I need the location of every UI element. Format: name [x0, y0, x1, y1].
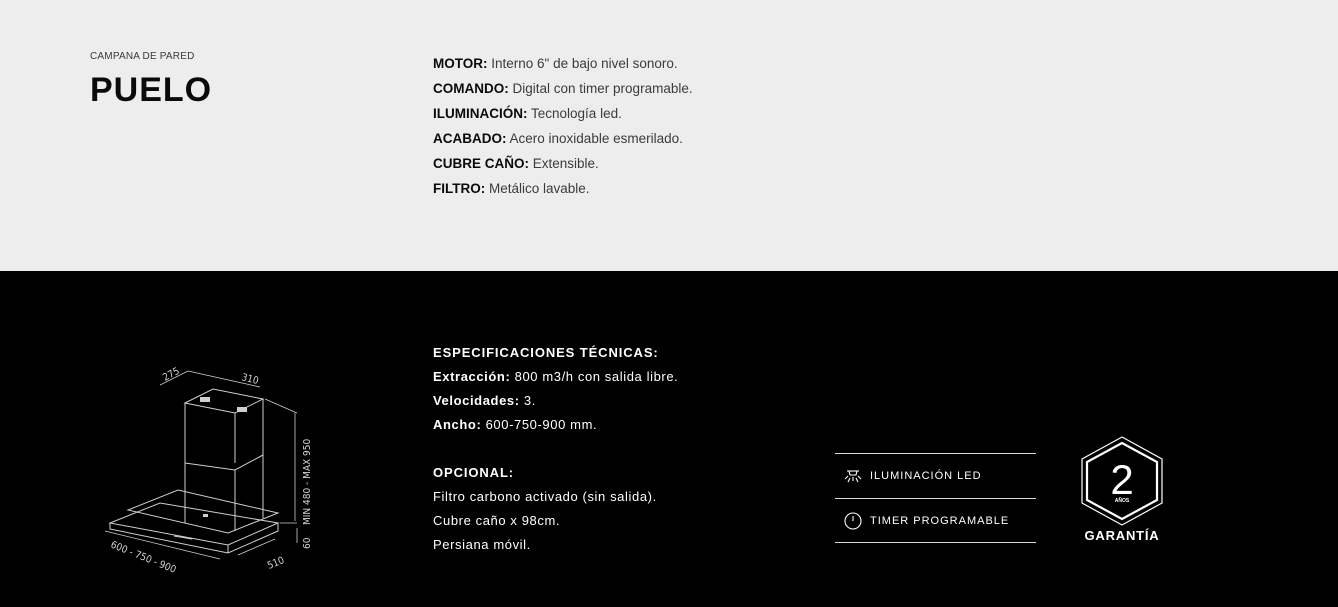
feature-list: MOTOR: Interno 6" de bajo nivel sonoro. …: [433, 55, 693, 205]
feature-item-acabado: ACABADO: Acero inoxidable esmerilado.: [433, 130, 693, 155]
product-category: CAMPANA DE PARED: [90, 51, 195, 62]
feature-value: Digital con timer programable.: [512, 81, 693, 96]
optional-item: Cubre caño x 98cm.: [433, 513, 561, 528]
spec-label: Ancho:: [433, 417, 482, 432]
optional-heading: OPCIONAL:: [433, 465, 515, 480]
technical-specs: ESPECIFICACIONES TÉCNICAS: Extracción: 8…: [433, 345, 678, 561]
dim-top-width: 310: [240, 372, 260, 387]
spec-value: 600-750-900 mm.: [485, 417, 598, 432]
feature-label: FILTRO:: [433, 181, 486, 196]
feature-item-cubre-cano: CUBRE CAÑO: Extensible.: [433, 155, 693, 180]
spec-value: 800 m3/h con salida libre.: [514, 369, 679, 384]
feature-label: MOTOR:: [433, 56, 488, 71]
hexagon-icon: 2 AÑOS: [1081, 436, 1163, 526]
feature-value: Metálico lavable.: [489, 181, 590, 196]
spec-label: Velocidades:: [433, 393, 520, 408]
optional-item: Persiana móvil.: [433, 537, 531, 552]
chimney-top-shape: [183, 388, 265, 463]
feature-label: ACABADO:: [433, 131, 507, 146]
feature-label: ILUMINACIÓN:: [433, 106, 528, 121]
badge-led: ILUMINACIÓN LED: [835, 453, 1036, 498]
feature-value: Interno 6" de bajo nivel sonoro.: [491, 56, 678, 71]
badge-timer: TIMER PROGRAMABLE: [835, 498, 1036, 543]
spec-row-ancho: Ancho: 600-750-900 mm.: [433, 417, 678, 441]
spec-row-velocidades: Velocidades: 3.: [433, 393, 678, 417]
dim-width: 600 - 750 - 900: [109, 540, 178, 576]
spec-row-extraccion: Extracción: 800 m3/h con salida libre.: [433, 369, 678, 393]
clock-icon: [844, 511, 862, 530]
warranty-number: 2: [1110, 456, 1133, 503]
badge-label: ILUMINACIÓN LED: [870, 470, 982, 482]
hood-technical-drawing: 275 310 MIN 480 - MAX 950 60 600 - 750 -…: [104, 366, 313, 576]
chimney-lower-shape: [184, 454, 264, 531]
dim-top-depth: 275: [161, 366, 181, 384]
warranty-label: GARANTÍA: [1084, 528, 1160, 543]
feature-label: COMANDO:: [433, 81, 509, 96]
dim-depth: 510: [266, 555, 286, 572]
feature-value: Acero inoxidable esmerilado.: [509, 131, 683, 146]
feature-item-filtro: FILTRO: Metálico lavable.: [433, 180, 693, 205]
product-title: PUELO: [90, 71, 213, 109]
spec-value: 3.: [523, 393, 536, 408]
feature-item-comando: COMANDO: Digital con timer programable.: [433, 80, 693, 105]
led-light-icon: [844, 470, 862, 483]
feature-value: Tecnología led.: [531, 106, 622, 121]
optional-item: Filtro carbono activado (sin salida).: [433, 489, 657, 504]
feature-item-iluminacion: ILUMINACIÓN: Tecnología led.: [433, 105, 693, 130]
warranty-badge: 2 AÑOS GARANTÍA: [1076, 435, 1168, 543]
feature-badges: ILUMINACIÓN LED TIMER PROGRAMABLE: [835, 453, 1036, 543]
technical-section: 275 310 MIN 480 - MAX 950 60 600 - 750 -…: [0, 271, 1338, 607]
spec-label: Extracción:: [433, 369, 511, 384]
feature-item-motor: MOTOR: Interno 6" de bajo nivel sonoro.: [433, 55, 693, 80]
specs-heading: ESPECIFICACIONES TÉCNICAS:: [433, 345, 659, 360]
feature-label: CUBRE CAÑO:: [433, 156, 529, 171]
canopy-shape: [108, 489, 280, 554]
product-header-section: CAMPANA DE PARED PUELO MOTOR: Interno 6"…: [0, 0, 1338, 271]
warranty-unit: AÑOS: [1115, 497, 1130, 504]
dim-height: MIN 480 - MAX 950: [302, 438, 313, 525]
feature-value: Extensible.: [532, 156, 599, 171]
dim-thickness: 60: [302, 537, 313, 549]
badge-label: TIMER PROGRAMABLE: [870, 514, 1010, 527]
